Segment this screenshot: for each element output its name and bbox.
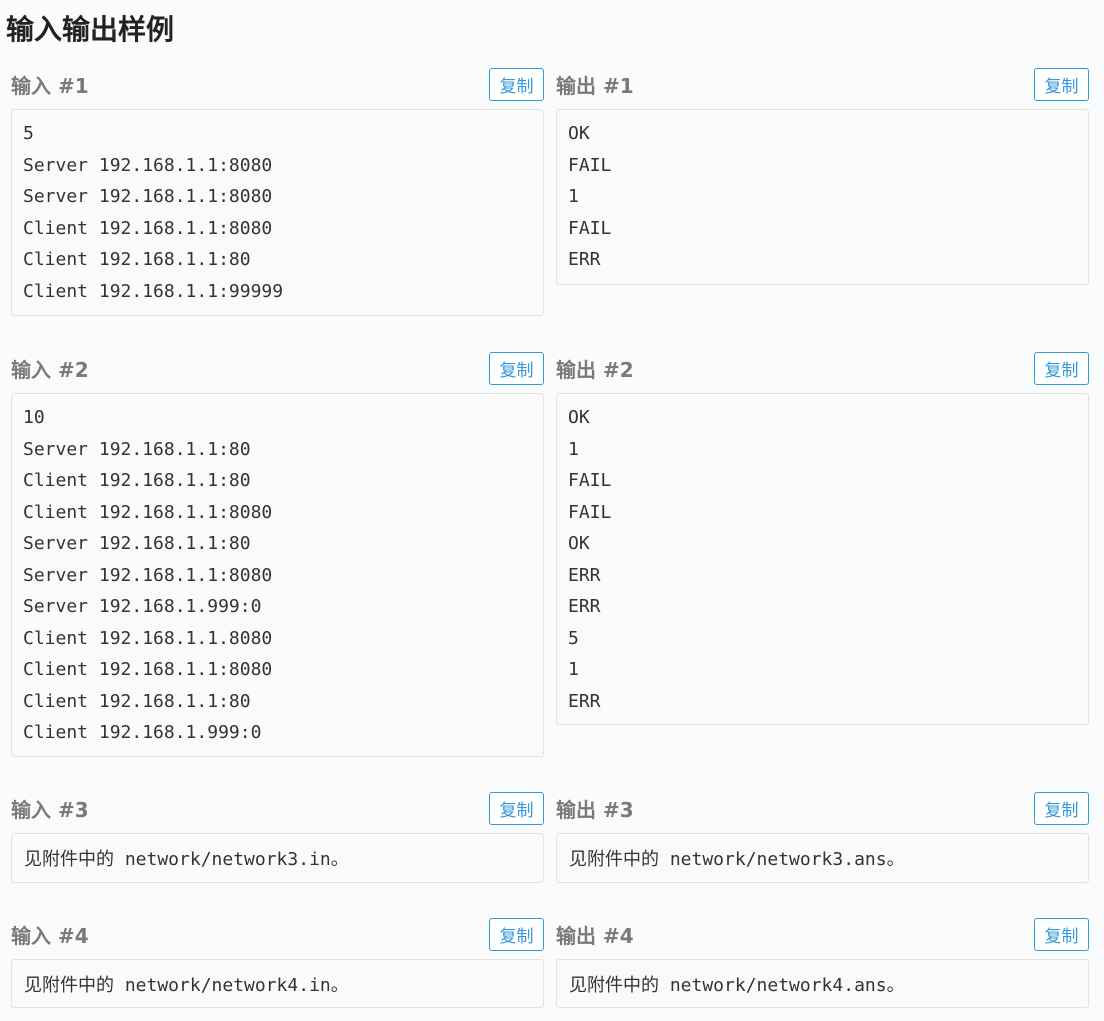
- output-2-line: ERR: [568, 564, 601, 586]
- output-2-line: 1: [568, 659, 579, 680]
- input-3-header: 输入 #3 复制: [11, 790, 544, 826]
- copy-input-1-button[interactable]: 复制: [489, 67, 544, 101]
- output-2-line: ERR: [568, 690, 601, 712]
- input-4-label: 输入 #4: [11, 923, 89, 948]
- input-2-line: Client 192.168.1.1:80: [23, 470, 251, 491]
- output-1-box: OK FAIL 1 FAIL ERR: [556, 109, 1089, 285]
- input-2-line: Server 192.168.1.1:8080: [23, 564, 273, 586]
- input-2-line: Client 192.168.1.1:8080: [23, 659, 273, 680]
- input-2-line: Client 192.168.1.1:80: [23, 690, 251, 712]
- output-2-line: OK: [568, 533, 590, 554]
- input-4-header: 输入 #4 复制: [11, 916, 544, 952]
- input-2-line: Client 192.168.1.1.8080: [23, 627, 273, 649]
- copy-output-3-button[interactable]: 复制: [1034, 791, 1089, 825]
- input-2-line: Client 192.168.1.999:0: [23, 722, 262, 743]
- input-2-line: Server 192.168.1.1:80: [23, 438, 251, 460]
- input-1-line: 5: [23, 123, 34, 144]
- output-2-line: 1: [568, 438, 579, 460]
- input-1-header: 输入 #1 复制: [11, 66, 544, 102]
- input-2-line: 10: [23, 407, 45, 428]
- output-3-header: 输出 #3 复制: [556, 790, 1089, 826]
- copy-input-2-button[interactable]: 复制: [489, 351, 544, 385]
- section-title: 输入输出样例: [6, 13, 175, 46]
- input-3-label: 输入 #3: [11, 797, 89, 822]
- output-1-label: 输出 #1: [556, 73, 634, 98]
- output-1-header: 输出 #1 复制: [556, 66, 1089, 102]
- output-2-label: 输出 #2: [556, 357, 634, 382]
- output-3-note: 见附件中的 network/network3.ans。: [569, 849, 905, 870]
- copy-output-1-button[interactable]: 复制: [1034, 67, 1089, 101]
- input-4-note: 见附件中的 network/network4.in。: [24, 974, 349, 996]
- input-1-line: Client 192.168.1.1:80: [23, 249, 251, 270]
- output-2-header: 输出 #2 复制: [556, 350, 1089, 386]
- input-4-box: 见附件中的 network/network4.in。: [11, 959, 544, 1008]
- input-1-line: Server 192.168.1.1:8080: [23, 186, 273, 207]
- samples-page: 输入输出样例 输入 #1 复制 输出 #1 复制 5 Server 192.16…: [0, 0, 1104, 1021]
- output-2-box: OK 1 FAIL FAIL OK ERR ERR 5 1 ERR: [556, 393, 1089, 725]
- output-1-line: 1: [568, 186, 579, 207]
- output-4-box: 见附件中的 network/network4.ans。: [556, 959, 1089, 1008]
- input-2-line: Server 192.168.1.1:80: [23, 533, 251, 554]
- output-4-header: 输出 #4 复制: [556, 916, 1089, 952]
- output-2-line: FAIL: [568, 470, 612, 491]
- output-1-line: OK: [568, 123, 590, 144]
- copy-output-4-button[interactable]: 复制: [1034, 917, 1089, 951]
- input-1-label: 输入 #1: [11, 73, 89, 98]
- copy-input-3-button[interactable]: 复制: [489, 791, 544, 825]
- copy-output-2-button[interactable]: 复制: [1034, 351, 1089, 385]
- output-2-line: 5: [568, 627, 579, 649]
- output-1-line: ERR: [568, 249, 601, 270]
- copy-input-4-button[interactable]: 复制: [489, 917, 544, 951]
- input-3-box: 见附件中的 network/network3.in。: [11, 833, 544, 883]
- output-1-line: FAIL: [568, 217, 612, 239]
- input-2-header: 输入 #2 复制: [11, 350, 544, 386]
- input-2-line: Client 192.168.1.1:8080: [23, 501, 273, 523]
- output-3-box: 见附件中的 network/network3.ans。: [556, 833, 1089, 883]
- output-4-note: 见附件中的 network/network4.ans。: [569, 974, 905, 996]
- input-2-box: 10 Server 192.168.1.1:80 Client 192.168.…: [11, 393, 544, 757]
- output-1-line: FAIL: [568, 154, 612, 176]
- input-1-box: 5 Server 192.168.1.1:8080 Server 192.168…: [11, 109, 544, 316]
- output-4-label: 输出 #4: [556, 923, 634, 948]
- input-1-line: Client 192.168.1.1:99999: [23, 280, 284, 302]
- input-2-line: Server 192.168.1.999:0: [23, 596, 262, 617]
- output-3-label: 输出 #3: [556, 797, 634, 822]
- output-2-line: ERR: [568, 596, 601, 617]
- input-2-label: 输入 #2: [11, 357, 89, 382]
- input-3-note: 见附件中的 network/network3.in。: [24, 849, 349, 870]
- input-1-line: Client 192.168.1.1:8080: [23, 217, 273, 239]
- input-1-line: Server 192.168.1.1:8080: [23, 154, 273, 176]
- output-2-line: OK: [568, 407, 590, 428]
- output-2-line: FAIL: [568, 501, 612, 523]
